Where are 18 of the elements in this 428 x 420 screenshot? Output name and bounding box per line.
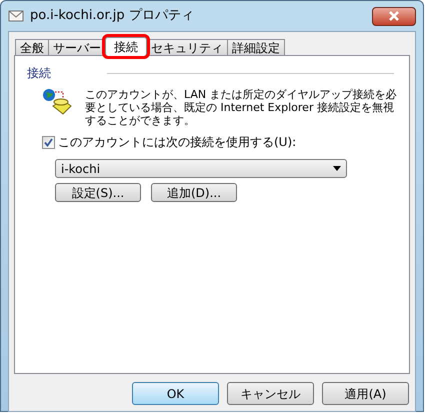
- dialog-button[interactable]: キャンセル: [227, 382, 314, 405]
- action-button[interactable]: 追加(D)...: [151, 183, 237, 202]
- checkmark-icon: [44, 138, 53, 146]
- action-button[interactable]: 設定(S)...: [55, 183, 141, 202]
- dialog-button[interactable]: OK: [132, 382, 219, 405]
- connection-dropdown[interactable]: i-kochi: [55, 159, 347, 178]
- tab[interactable]: 接続: [105, 37, 147, 56]
- dropdown-arrow-icon: [333, 166, 341, 171]
- envelope-icon: [8, 9, 24, 23]
- tab[interactable]: 全般: [15, 39, 49, 55]
- close-icon: [388, 11, 400, 21]
- dialog-button[interactable]: 適用(A): [322, 382, 409, 405]
- tab[interactable]: 詳細設定: [227, 39, 285, 55]
- use-connection-checkbox[interactable]: このアカウントには次の接続を使用する(U):: [27, 133, 397, 151]
- window-title: po.i-kochi.or.jp プロパティ: [30, 7, 194, 26]
- description-text: このアカウントが、LAN または所定のダイヤルアップ接続を必要としている場合、既定の Internet Explorer 接続設定を無視することができます。: [85, 88, 397, 127]
- group-label: 接続: [27, 65, 51, 82]
- close-button[interactable]: [372, 6, 416, 26]
